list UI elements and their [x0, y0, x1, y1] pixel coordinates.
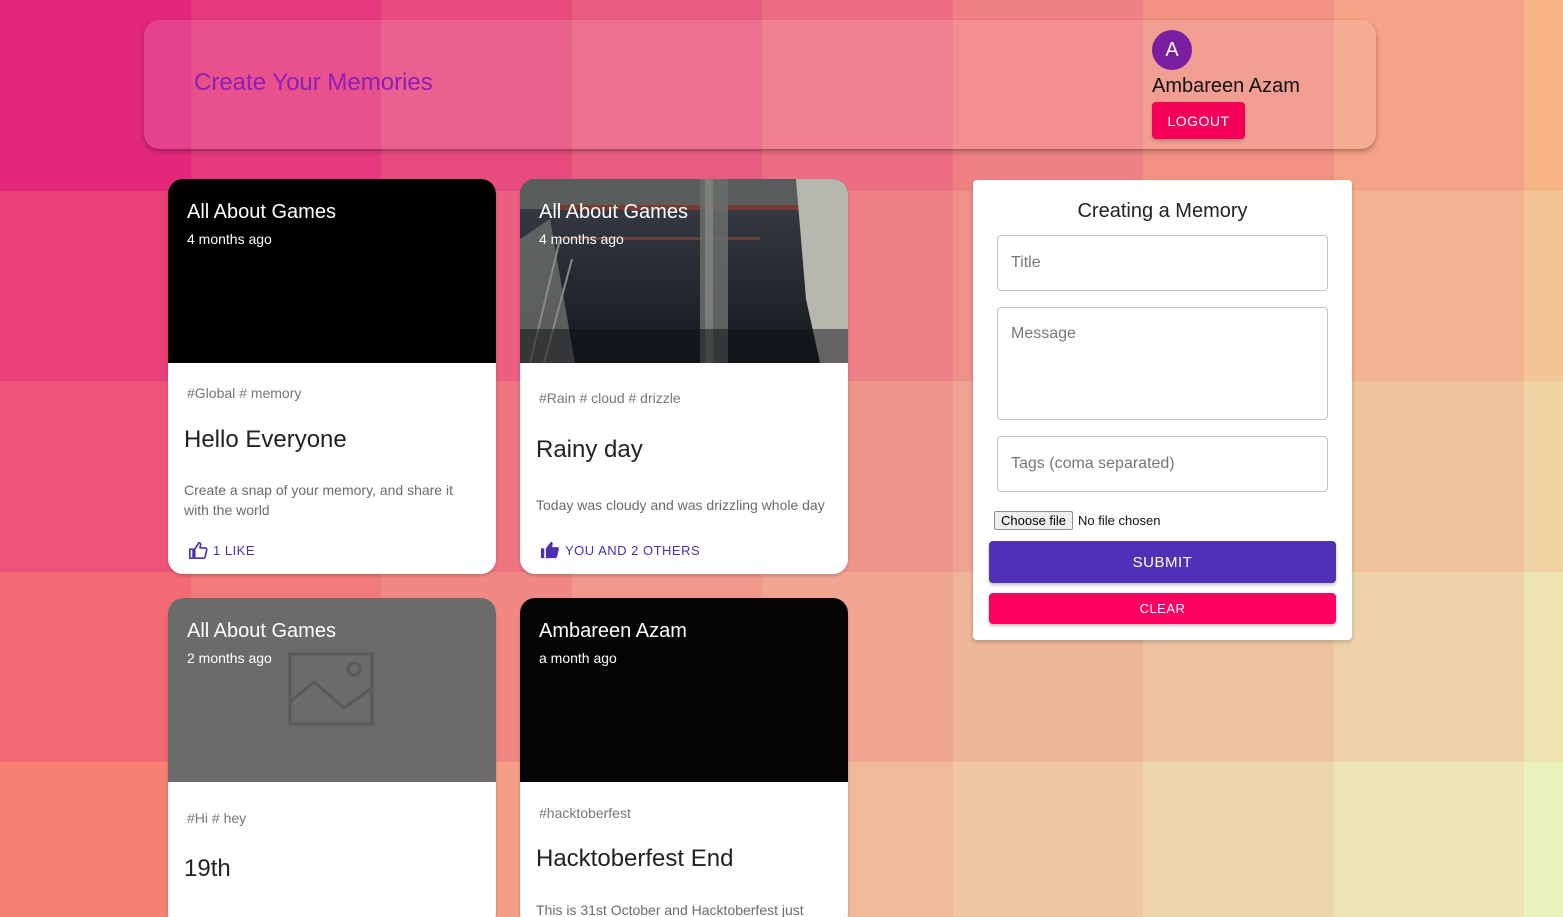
- thumb-up-filled-icon: [541, 541, 559, 559]
- like-count: 1 LIKE: [213, 542, 256, 558]
- background-tile: [0, 572, 191, 762]
- background-tile: [1524, 191, 1563, 381]
- message-input[interactable]: [997, 307, 1328, 420]
- user-avatar: A: [1152, 30, 1192, 70]
- logout-button[interactable]: LOGOUT: [1152, 102, 1245, 139]
- user-name: Ambareen Azam: [1152, 75, 1300, 97]
- post-tags: #Global # memory: [187, 385, 302, 401]
- post-time: 4 months ago: [187, 231, 272, 247]
- background-tile: [1143, 762, 1334, 917]
- like-button[interactable]: YOU AND 2 OTHERS: [540, 541, 700, 559]
- submit-button[interactable]: SUBMIT: [989, 541, 1336, 583]
- background-tile: [1524, 572, 1563, 762]
- post-media: All About Games 4 months ago: [168, 179, 496, 363]
- post-media-placeholder: All About Games 2 months ago: [168, 598, 496, 782]
- post-author: All About Games: [187, 201, 336, 223]
- post-card: All About Games 2 months ago #Hi # hey 1…: [168, 598, 496, 917]
- post-author: All About Games: [187, 620, 336, 642]
- like-button[interactable]: 1 LIKE: [188, 541, 255, 559]
- post-media-photo: All About Games 4 months ago: [520, 179, 848, 363]
- post-time: a month ago: [539, 650, 617, 666]
- post-time: 4 months ago: [539, 231, 624, 247]
- post-title: 19th: [184, 855, 231, 882]
- post-overlay: All About Games 4 months ago: [187, 201, 336, 247]
- background-tile: [0, 381, 191, 572]
- background-tile: [1524, 762, 1563, 917]
- tags-input[interactable]: [997, 436, 1328, 492]
- background-tile: [1524, 0, 1563, 191]
- background-tile: [1334, 762, 1524, 917]
- post-card: Ambareen Azam a month ago #hacktoberfest…: [520, 598, 848, 917]
- post-message: Today was cloudy and was drizzling whole…: [536, 497, 825, 513]
- clear-button[interactable]: CLEAR: [989, 593, 1336, 624]
- post-message: Create a snap of your memory, and share …: [184, 482, 453, 518]
- background-tile: [1334, 572, 1524, 762]
- background-tile: [1524, 381, 1563, 572]
- background-tile: [1334, 191, 1524, 381]
- post-time: 2 months ago: [187, 650, 272, 666]
- post-overlay: All About Games 2 months ago: [187, 620, 336, 666]
- background-tile: [1334, 381, 1524, 572]
- post-message: This is 31st October and Hacktoberfest j…: [536, 902, 804, 917]
- title-input[interactable]: [997, 235, 1328, 291]
- post-tags: #Rain # cloud # drizzle: [539, 390, 681, 406]
- file-status: No file chosen: [1078, 513, 1161, 528]
- post-card: All About Games 4 months ago #Rain # clo…: [520, 179, 848, 574]
- choose-file-button[interactable]: Choose file: [994, 511, 1074, 530]
- post-author: All About Games: [539, 201, 688, 223]
- like-count: YOU AND 2 OTHERS: [565, 542, 701, 558]
- post-author: Ambareen Azam: [539, 620, 687, 642]
- post-card: All About Games 4 months ago #Global # m…: [168, 179, 496, 574]
- app-bar: Create Your Memories A Ambareen Azam LOG…: [144, 20, 1376, 149]
- background-tile: [0, 762, 191, 917]
- app-title-link[interactable]: Create Your Memories: [194, 69, 433, 97]
- post-overlay: All About Games 4 months ago: [539, 201, 688, 247]
- post-media: Ambareen Azam a month ago: [520, 598, 848, 782]
- background-tile: [953, 762, 1143, 917]
- post-overlay: Ambareen Azam a month ago: [539, 620, 687, 666]
- form-heading: Creating a Memory: [1077, 200, 1248, 222]
- background-tile: [0, 191, 191, 381]
- post-tags: #Hi # hey: [187, 810, 247, 826]
- post-title: Hello Everyone: [184, 426, 347, 453]
- create-memory-form: Creating a Memory Choose file No file ch…: [973, 180, 1352, 640]
- post-title: Hacktoberfest End: [536, 845, 734, 872]
- post-title: Rainy day: [536, 436, 643, 463]
- thumb-up-outline-icon: [189, 541, 208, 559]
- post-tags: #hacktoberfest: [539, 805, 631, 821]
- file-picker: Choose file No file chosen: [994, 511, 1160, 530]
